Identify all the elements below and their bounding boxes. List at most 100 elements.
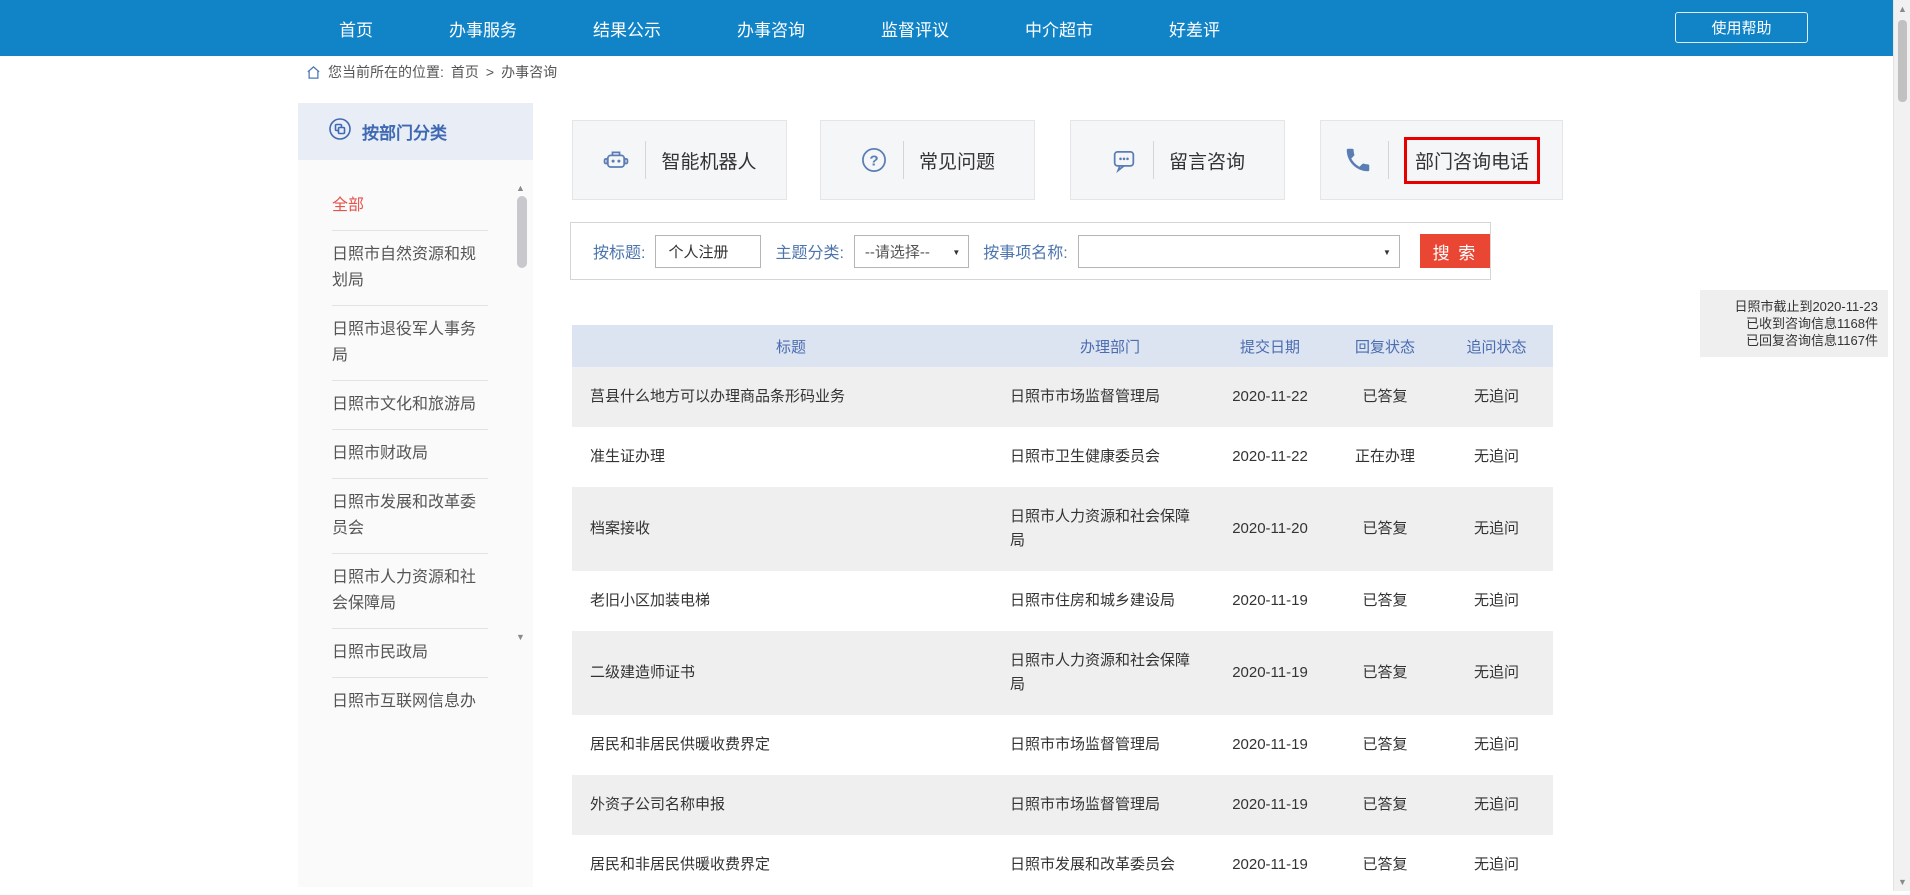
nav-item[interactable]: 好差评 (1169, 16, 1220, 41)
search-category-label: 主题分类: (775, 239, 843, 263)
item-name-select[interactable]: ▼ (1078, 235, 1400, 268)
department-list-item[interactable]: 日照市财政局 (332, 430, 488, 479)
row-title-link[interactable]: 老旧小区加装电梯 (572, 571, 1010, 631)
page-scrollbar-thumb[interactable] (1898, 20, 1907, 102)
breadcrumb-separator: > (486, 64, 494, 80)
department-list-item[interactable]: 全部 (332, 182, 488, 231)
row-followup-status: 无追问 (1440, 631, 1553, 715)
table-row: 准生证办理 日照市卫生健康委员会 2020-11-22 正在办理 无追问 (572, 427, 1553, 487)
table-row: 档案接收 日照市人力资源和社会保障局 2020-11-20 已答复 无追问 (572, 487, 1553, 571)
row-followup-status: 无追问 (1440, 835, 1553, 895)
sidebar-header: 按部门分类 (298, 103, 533, 160)
tab-message-consult[interactable]: 留言咨询 (1070, 120, 1285, 200)
tab-divider (1153, 141, 1154, 179)
department-list-item[interactable]: 日照市文化和旅游局 (332, 381, 488, 430)
row-reply-status: 已答复 (1330, 487, 1440, 571)
table-row: 二级建造师证书 日照市人力资源和社会保障局 2020-11-19 已答复 无追问 (572, 631, 1553, 715)
nav-item[interactable]: 办事咨询 (737, 16, 805, 41)
breadcrumb: 您当前所在的位置: 首页 > 办事咨询 (306, 62, 557, 82)
row-submit-date: 2020-11-19 (1210, 631, 1330, 715)
row-reply-status: 正在办理 (1330, 427, 1440, 487)
row-submit-date: 2020-11-19 (1210, 571, 1330, 631)
search-item-label: 按事项名称: (983, 239, 1067, 263)
select-caret-icon: ▼ (1383, 248, 1391, 257)
sidebar-scroll-down-icon[interactable]: ▼ (516, 632, 525, 642)
table-row: 外资子公司名称申报 日照市市场监督管理局 2020-11-19 已答复 无追问 (572, 775, 1553, 835)
row-reply-status: 已答复 (1330, 775, 1440, 835)
category-select-value: --请选择-- (865, 241, 930, 262)
scroll-down-icon[interactable]: ▼ (1898, 877, 1907, 887)
stats-line: 已回复咨询信息1167件 (1710, 332, 1878, 349)
department-list-item[interactable]: 日照市互联网信息办 (332, 678, 488, 726)
tab-department-phone[interactable]: 部门咨询电话 (1320, 120, 1563, 200)
tab-smart-robot[interactable]: 智能机器人 (572, 120, 787, 200)
nav-menu: 首页 办事服务 结果公示 办事咨询 监督评议 中介超市 好差评 (339, 0, 1220, 56)
table-body: 莒县什么地方可以办理商品条形码业务 日照市市场监督管理局 2020-11-22 … (572, 367, 1553, 895)
tab-smart-robot-label: 智能机器人 (661, 147, 756, 174)
row-department: 日照市市场监督管理局 (1010, 775, 1210, 835)
table-header-cell: 办理部门 (1010, 325, 1210, 367)
row-title-link[interactable]: 莒县什么地方可以办理商品条形码业务 (572, 367, 1010, 427)
nav-item[interactable]: 中介超市 (1025, 16, 1093, 41)
row-title-link[interactable]: 居民和非居民供暖收费界定 (572, 715, 1010, 775)
message-icon (1110, 146, 1138, 174)
nav-item[interactable]: 办事服务 (449, 16, 517, 41)
tab-faq[interactable]: ? 常见问题 (820, 120, 1035, 200)
stats-line: 日照市截止到2020-11-23 (1710, 298, 1878, 315)
department-list-item[interactable]: 日照市民政局 (332, 629, 488, 678)
row-submit-date: 2020-11-22 (1210, 427, 1330, 487)
row-title-link[interactable]: 二级建造师证书 (572, 631, 1010, 715)
row-followup-status: 无追问 (1440, 427, 1553, 487)
category-select[interactable]: --请选择-- ▼ (854, 235, 969, 268)
row-title-link[interactable]: 居民和非居民供暖收费界定 (572, 835, 1010, 895)
row-department: 日照市住房和城乡建设局 (1010, 571, 1210, 631)
svg-text:?: ? (869, 152, 878, 169)
stats-line: 已收到咨询信息1168件 (1710, 315, 1878, 332)
tab-divider (645, 141, 646, 179)
page-scrollbar[interactable]: ▲ ▼ (1893, 0, 1910, 891)
department-list-item[interactable]: 日照市发展和改革委员会 (332, 479, 488, 554)
phone-icon (1343, 145, 1373, 175)
table-row: 居民和非居民供暖收费界定 日照市发展和改革委员会 2020-11-19 已答复 … (572, 835, 1553, 895)
department-list-item[interactable]: 日照市自然资源和规划局 (332, 231, 488, 306)
scroll-up-icon[interactable]: ▲ (1898, 4, 1907, 14)
tab-divider (903, 141, 904, 179)
tab-faq-label: 常见问题 (919, 147, 995, 174)
nav-item[interactable]: 监督评议 (881, 16, 949, 41)
row-title-link[interactable]: 外资子公司名称申报 (572, 775, 1010, 835)
row-department: 日照市卫生健康委员会 (1010, 427, 1210, 487)
search-button[interactable]: 搜 索 (1420, 234, 1490, 268)
table-row: 老旧小区加装电梯 日照市住房和城乡建设局 2020-11-19 已答复 无追问 (572, 571, 1553, 631)
nav-item[interactable]: 首页 (339, 16, 373, 41)
row-submit-date: 2020-11-22 (1210, 367, 1330, 427)
breadcrumb-prefix: 您当前所在的位置: (328, 62, 444, 82)
tab-message-consult-label: 留言咨询 (1169, 147, 1245, 174)
category-icon (328, 117, 352, 146)
row-followup-status: 无追问 (1440, 571, 1553, 631)
row-submit-date: 2020-11-19 (1210, 775, 1330, 835)
sidebar-scrollbar-thumb[interactable] (517, 196, 527, 268)
help-button[interactable]: 使用帮助 (1675, 12, 1808, 43)
row-title-link[interactable]: 档案接收 (572, 487, 1010, 571)
row-submit-date: 2020-11-20 (1210, 487, 1330, 571)
tab-department-phone-label-highlighted: 部门咨询电话 (1404, 137, 1540, 184)
department-list-item[interactable]: 日照市人力资源和社会保障局 (332, 554, 488, 629)
row-followup-status: 无追问 (1440, 775, 1553, 835)
row-department: 日照市市场监督管理局 (1010, 715, 1210, 775)
home-icon (306, 65, 321, 80)
breadcrumb-home-link[interactable]: 首页 (451, 62, 479, 82)
nav-item[interactable]: 结果公示 (593, 16, 661, 41)
row-department: 日照市人力资源和社会保障局 (1010, 631, 1210, 715)
row-reply-status: 已答复 (1330, 631, 1440, 715)
row-title-link[interactable]: 准生证办理 (572, 427, 1010, 487)
department-list: 全部 日照市自然资源和规划局 日照市退役军人事务局 日照市文化和旅游局 日照市财… (298, 160, 533, 726)
question-icon: ? (860, 146, 888, 174)
sidebar-scroll-up-icon[interactable]: ▲ (516, 183, 525, 193)
breadcrumb-current[interactable]: 办事咨询 (501, 62, 557, 82)
row-reply-status: 已答复 (1330, 571, 1440, 631)
row-reply-status: 已答复 (1330, 715, 1440, 775)
department-list-item[interactable]: 日照市退役军人事务局 (332, 306, 488, 381)
table-header-cell: 标题 (572, 325, 1010, 367)
search-title-input[interactable] (655, 235, 761, 268)
table-header-row: 标题 办理部门 提交日期 回复状态 追问状态 (572, 325, 1553, 367)
